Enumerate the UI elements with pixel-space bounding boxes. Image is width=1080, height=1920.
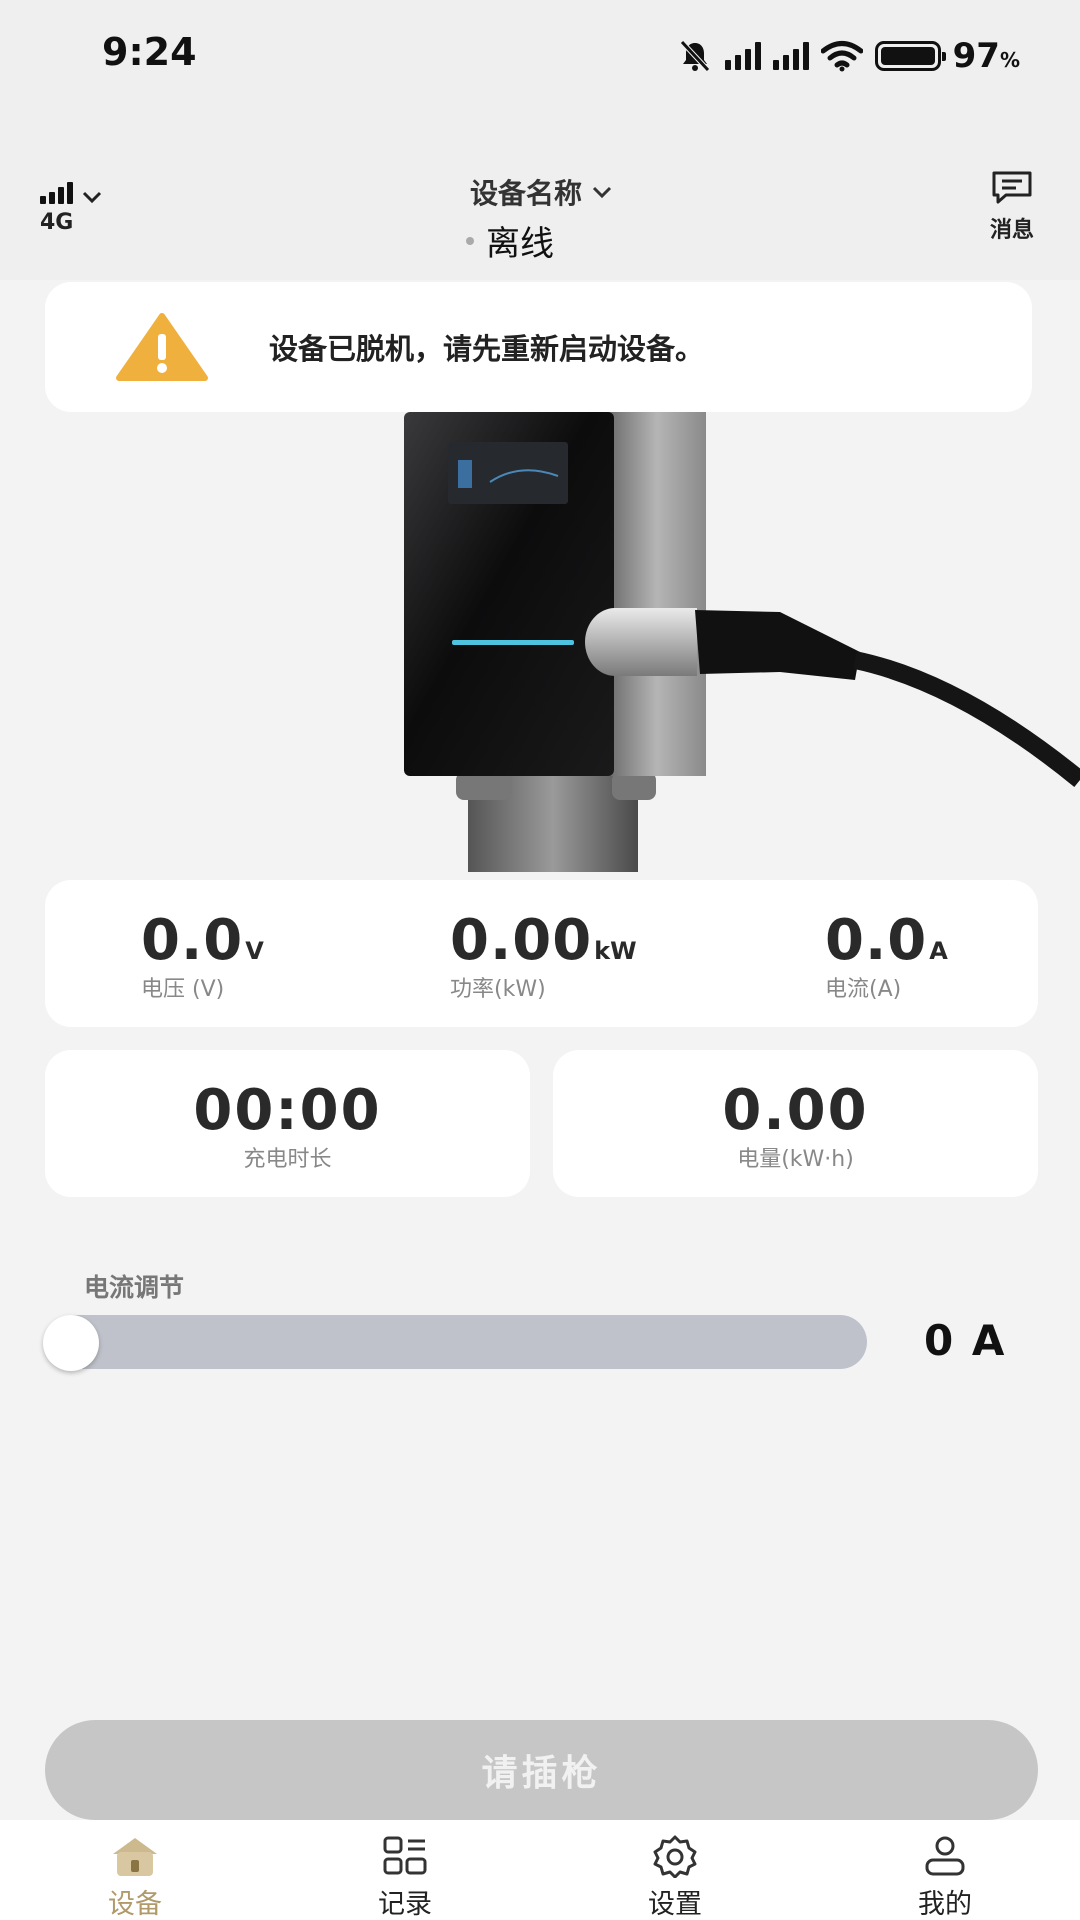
warning-icon [116, 313, 208, 381]
voltage-label: 电压 (V) [141, 977, 225, 1002]
status-time: 9:24 [102, 30, 197, 74]
voltage-unit: V [245, 937, 264, 965]
tab-settings-label: 设置 [648, 1889, 702, 1920]
network-label: 4G [40, 210, 74, 235]
current-slider-value: 0 A [924, 1316, 1007, 1365]
tab-records-label: 记录 [378, 1889, 432, 1920]
battery-icon [874, 41, 946, 71]
battery-percent: 97% [952, 36, 1020, 76]
charge-duration-label: 充电时长 [243, 1147, 332, 1172]
chevron-down-icon [592, 186, 612, 199]
status-dot [466, 236, 474, 245]
settings-icon [653, 1835, 697, 1878]
alert-text: 设备已脱机，请先重新启动设备。 [269, 332, 705, 366]
network-selector[interactable]: 4G [40, 182, 103, 235]
cellular-signal-icon [724, 42, 761, 70]
bell-muted-icon [679, 40, 710, 72]
cellular-signal-2-icon [772, 42, 809, 70]
current-value: 0.0 [825, 908, 928, 973]
energy-value: 0.00 [722, 1078, 869, 1143]
chevron-down-icon [82, 191, 102, 204]
metrics-card: 0.0V 电压 (V) 0.00kW 功率(kW) 0.0A 电流(A) [45, 880, 1038, 1027]
status-icons: 97% [677, 34, 1020, 78]
current-slider-track[interactable] [45, 1315, 867, 1369]
bottom-tab-bar: 设备 记录 设置 我的 [0, 1820, 1080, 1920]
power-metric: 0.00kW 功率(kW) [450, 908, 637, 1003]
network-signal-icon [40, 182, 73, 204]
charger-illustration [404, 412, 1080, 872]
home-icon [113, 1838, 157, 1876]
messages-label: 消息 [989, 218, 1034, 243]
voltage-metric: 0.0V 电压 (V) [141, 908, 264, 1003]
device-name: 设备名称 [470, 177, 583, 210]
app-header: 4G 设备名称 离线 消息 [0, 110, 1080, 280]
tab-profile[interactable]: 我的 [810, 1820, 1080, 1920]
power-value: 0.00 [450, 908, 593, 973]
profile-icon [925, 1836, 965, 1876]
tab-device[interactable]: 设备 [0, 1820, 270, 1920]
device-status-text: 离线 [486, 224, 554, 264]
charge-duration-value: 00:00 [193, 1078, 382, 1143]
status-bar: 9:24 97% [0, 0, 1080, 110]
plug-in-button[interactable]: 请插枪 [45, 1720, 1038, 1820]
tab-records[interactable]: 记录 [270, 1820, 540, 1920]
current-metric: 0.0A 电流(A) [825, 908, 948, 1003]
voltage-value: 0.0 [141, 908, 244, 973]
device-selector[interactable]: 设备名称 [470, 172, 614, 212]
energy-card: 0.00 电量(kW·h) [553, 1050, 1038, 1197]
tab-settings[interactable]: 设置 [540, 1820, 810, 1920]
current-unit: A [929, 937, 948, 965]
charge-duration-card: 00:00 充电时长 [45, 1050, 530, 1197]
tab-profile-label: 我的 [918, 1889, 972, 1920]
power-unit: kW [594, 937, 637, 965]
current-adjust-label: 电流调节 [84, 1273, 185, 1302]
current-label: 电流(A) [825, 977, 902, 1002]
wifi-icon [820, 41, 863, 72]
power-label: 功率(kW) [450, 977, 546, 1002]
current-slider-knob[interactable] [43, 1315, 99, 1371]
message-icon [992, 171, 1032, 204]
offline-alert: 设备已脱机，请先重新启动设备。 [45, 282, 1032, 412]
energy-label: 电量(kW·h) [737, 1147, 854, 1172]
records-icon [383, 1836, 427, 1875]
tab-device-label: 设备 [108, 1889, 162, 1920]
device-status: 离线 [466, 216, 554, 265]
messages-button[interactable]: 消息 [982, 170, 1042, 244]
